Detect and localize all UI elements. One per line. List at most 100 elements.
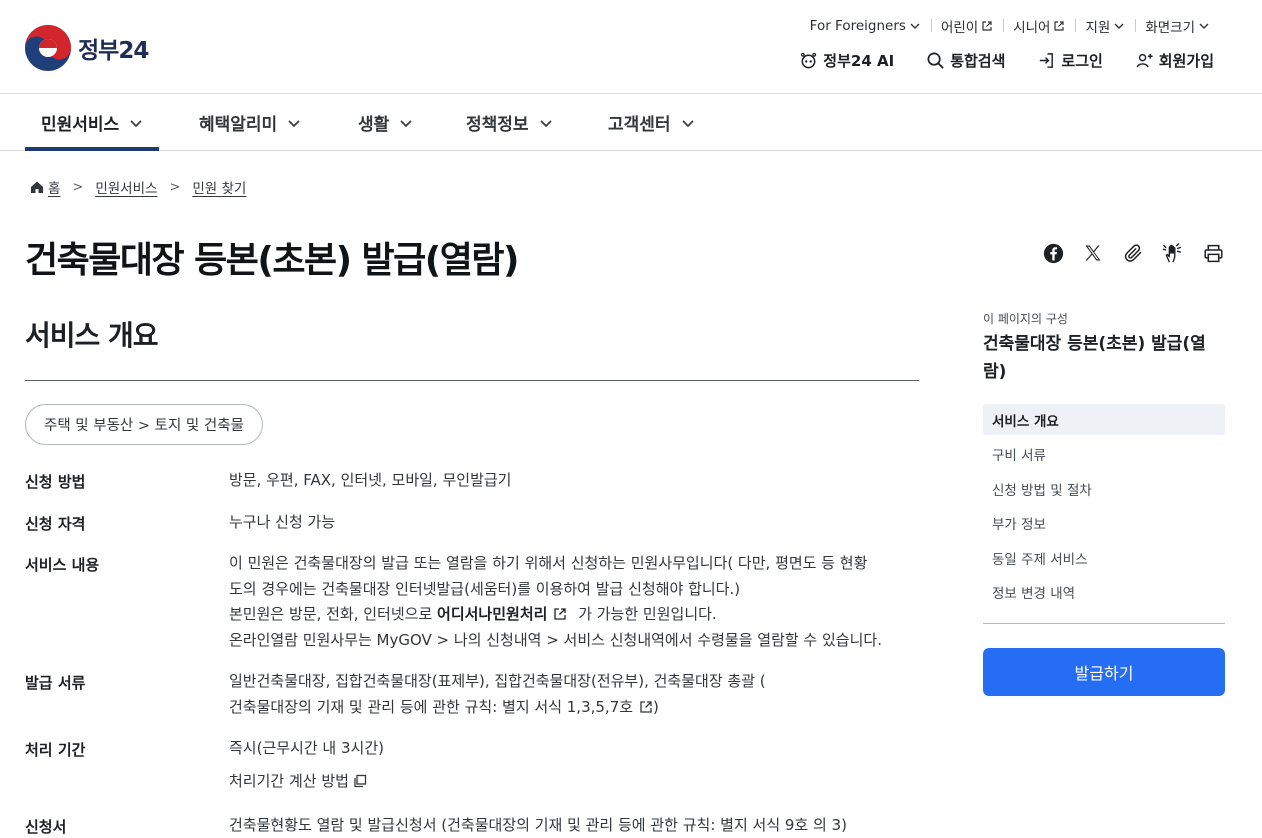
external-link-icon: [982, 21, 992, 31]
quick-label: 회원가입: [1158, 52, 1214, 70]
form-label: 신청서: [25, 818, 67, 836]
regulation-form-link[interactable]: 건축물대장의 기재 및 관리 등에 관한 규칙: 별지 서식 1,3,5,7호: [229, 698, 653, 716]
search-button[interactable]: 통합검색: [926, 50, 1005, 71]
support-menu[interactable]: 지원: [1075, 16, 1135, 36]
quick-label: 통합검색: [950, 52, 1006, 70]
form-value: 건축물현황도 열람 및 발급신청서 (건축물대장의 기재 및 관리 등에 관한 …: [229, 816, 847, 834]
side-nav-item-procedure[interactable]: 신청 방법 및 절차: [983, 473, 1225, 504]
login-button[interactable]: 로그인: [1037, 50, 1103, 71]
gnb-label: 고객센터: [608, 115, 671, 135]
content-line: 온라인열람 민원사무는 MyGOV > 나의 신청내역 > 서비스 신청내역에서…: [229, 630, 882, 649]
content-text: 가 가능한 민원입니다.: [573, 605, 717, 623]
external-link-icon: [554, 608, 567, 620]
gnb-item-policy-info[interactable]: 정책정보: [466, 95, 553, 150]
regulation-form-link-label: 건축물대장의 기재 및 관리 등에 관한 규칙: 별지 서식 1,3,5,7호: [229, 697, 634, 716]
content-line: 본민원은 방문, 전화, 인터넷으로 어디서나민원처리 가 가능한 민원입니다.: [229, 602, 929, 628]
quick-label: 로그인: [1061, 52, 1103, 70]
x-share-button[interactable]: [1082, 242, 1104, 264]
util-label: For Foreigners: [809, 18, 906, 34]
sign-language-button[interactable]: [1162, 242, 1184, 264]
print-icon: [1203, 244, 1223, 262]
gnb-label: 민원서비스: [41, 115, 120, 135]
quick-menu: 정부24 AI 통합검색 로그인 회원가입: [799, 50, 1214, 71]
screen-size-menu[interactable]: 화면크기: [1135, 16, 1220, 36]
anywhere-civil-link-label: 어디서나민원처리: [437, 605, 548, 623]
page-title: 건축물대장 등본(초본) 발급(열람): [25, 240, 519, 281]
breadcrumb: 홈 > 민원서비스 > 민원 찾기: [30, 177, 246, 197]
apply-button[interactable]: 발급하기: [983, 648, 1225, 696]
util-label: 지원: [1085, 20, 1111, 36]
documents-value: 일반건축물대장, 집합건축물대장(표제부), 집합건축물대장(전유부), 건축물…: [229, 669, 929, 720]
chevron-down-icon: [910, 23, 920, 29]
gnb-item-benefit-alert[interactable]: 혜택알리미: [199, 95, 301, 150]
chevron-down-icon: [1114, 23, 1124, 29]
eligibility-label: 신청 자격: [25, 515, 86, 533]
category-chip[interactable]: 주택 및 부동산 > 토지 및 건축물: [25, 404, 263, 445]
breadcrumb-civil-service[interactable]: 민원서비스: [95, 177, 157, 197]
side-nav-title: 건축물대장 등본(초본) 발급(열람): [983, 334, 1206, 382]
eligibility-value: 누구나 신청 가능: [229, 513, 336, 531]
content-line: 도의 경우에는 건축물대장 인터넷발급(세움터)를 이용하여 발급 신청해야 합…: [229, 579, 741, 598]
content-line: 이 민원은 건축물대장의 발급 또는 열람을 하기 위해서 신청하는 민원사무입…: [229, 554, 868, 572]
gnb-item-life[interactable]: 생활: [358, 95, 413, 150]
documents-label: 발급 서류: [25, 674, 86, 692]
side-nav-item-overview[interactable]: 서비스 개요: [983, 404, 1225, 435]
gnb-label: 정책정보: [466, 115, 529, 135]
chevron-down-icon: [681, 119, 694, 127]
anywhere-civil-link[interactable]: 어디서나민원처리: [437, 605, 567, 623]
content-text: 본민원은 방문, 전화, 인터넷으로: [229, 605, 438, 623]
chevron-down-icon: [400, 119, 412, 127]
chevron-down-icon: [1199, 23, 1209, 29]
ai-button[interactable]: 정부24 AI: [799, 50, 894, 71]
senior-link[interactable]: 시니어: [1003, 16, 1075, 36]
util-label: 화면크기: [1145, 20, 1195, 36]
util-label: 시니어: [1013, 20, 1051, 36]
side-nav-item-documents[interactable]: 구비 서류: [983, 439, 1225, 470]
breadcrumb-find-civil[interactable]: 민원 찾기: [192, 177, 246, 197]
kids-link[interactable]: 어린이: [930, 16, 1003, 36]
chevron-down-icon: [539, 119, 552, 127]
period-value: 즉시(근무시간 내 3시간) 처리기간 계산 방법: [229, 736, 929, 794]
method-value: 방문, 우편, FAX, 인터넷, 모바일, 무인발급기: [229, 471, 512, 489]
link-clip-icon: [1124, 243, 1141, 262]
method-label: 신청 방법: [25, 473, 86, 491]
login-icon: [1040, 53, 1054, 68]
period-label: 처리 기간: [25, 741, 86, 759]
utility-menu: For Foreigners 어린이 시니어 지원 화면크기: [800, 16, 1220, 36]
gnb-item-civil-service[interactable]: 민원서비스: [25, 95, 160, 151]
copy-link-button[interactable]: [1122, 242, 1144, 264]
copy-icon: [354, 774, 367, 787]
gnb-label: 생활: [358, 115, 390, 135]
period-calc-row: 처리기간 계산 방법: [229, 769, 929, 795]
external-link-icon: [640, 700, 652, 713]
section-divider: [25, 380, 919, 381]
gnb-item-customer-center[interactable]: 고객센터: [608, 95, 695, 150]
util-label: 어린이: [940, 20, 979, 36]
facebook-icon: [1043, 243, 1063, 263]
side-nav-caption: 이 페이지의 구성: [983, 312, 1068, 326]
content-value: 이 민원은 건축물대장의 발급 또는 열람을 하기 위해서 신청하는 민원사무입…: [229, 551, 929, 653]
breadcrumb-home[interactable]: 홈: [48, 177, 60, 197]
documents-text: ): [653, 697, 659, 716]
documents-line: 건축물대장의 기재 및 관리 등에 관한 규칙: 별지 서식 1,3,5,7호): [229, 695, 929, 721]
site-logo[interactable]: 정부24: [24, 24, 149, 72]
section-title: 서비스 개요: [25, 319, 159, 352]
facebook-share-button[interactable]: [1042, 242, 1064, 264]
side-nav-item-change-history[interactable]: 정보 변경 내역: [983, 577, 1225, 608]
signup-button[interactable]: 회원가입: [1135, 50, 1214, 71]
main-navigation: 민원서비스 혜택알리미 생활 정책정보 고객센터: [0, 95, 1262, 151]
period-calc-link[interactable]: 처리기간 계산 방법: [229, 772, 367, 790]
period-text: 즉시(근무시간 내 3시간): [229, 739, 384, 757]
share-toolbar: [1042, 242, 1224, 264]
side-nav-item-related-services[interactable]: 동일 주제 서비스: [983, 542, 1225, 573]
logo-text: 정부24: [78, 38, 149, 64]
period-calc-label: 처리기간 계산 방법: [229, 771, 349, 790]
side-nav-item-extra-info[interactable]: 부가 정보: [983, 508, 1225, 539]
user-plus-icon: [1136, 53, 1153, 68]
print-button[interactable]: [1202, 242, 1224, 264]
ai-robot-icon: [801, 52, 817, 69]
side-nav-list: 서비스 개요 구비 서류 신청 방법 및 절차 부가 정보 동일 주제 서비스 …: [983, 404, 1225, 612]
side-nav-divider: [983, 623, 1225, 624]
for-foreigners-menu[interactable]: For Foreigners: [800, 18, 931, 34]
site-header: 정부24 For Foreigners 어린이 시니어 지원 화면크기 정부24…: [0, 0, 1262, 94]
